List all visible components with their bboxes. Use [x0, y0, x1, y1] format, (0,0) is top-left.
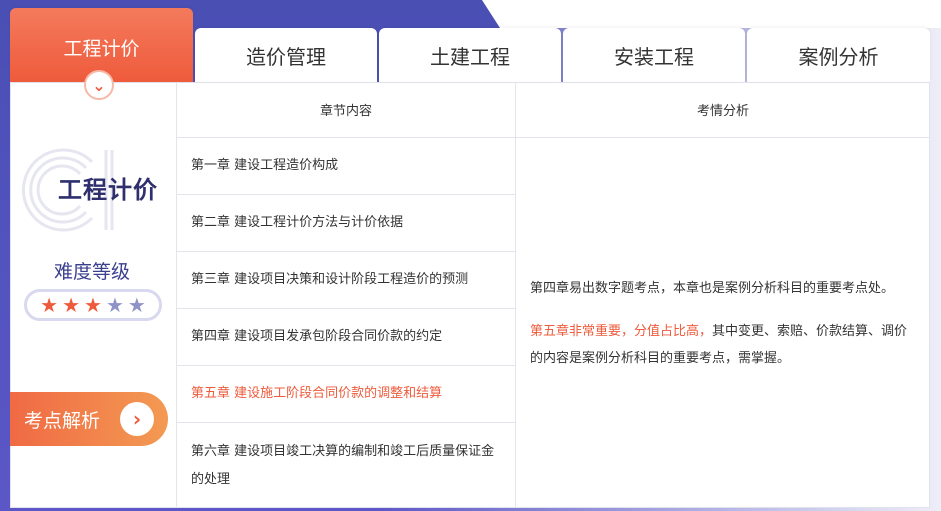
tab-zaojia-guanli[interactable]: 造价管理	[195, 28, 377, 82]
subject-title: 工程计价	[58, 176, 158, 204]
star-empty-icon: ★	[105, 293, 124, 317]
star-filled-icon: ★	[40, 293, 59, 317]
analysis-button[interactable]: 考点解析 ›	[10, 392, 168, 446]
table-row-highlighted: 第五章 建设施工阶段合同价款的调整和结算	[176, 366, 515, 423]
analysis-highlight: 第五章非常重要，分值占比高，	[530, 323, 713, 339]
star-filled-icon: ★	[62, 293, 81, 317]
difficulty-rating: ★ ★ ★ ★ ★	[24, 289, 162, 321]
chapter-table: 章节内容 考情分析 第一章 建设工程造价构成 第二章 建设工程计价方法与计价依据…	[176, 82, 930, 508]
chevron-right-icon: ›	[120, 402, 154, 436]
header-analysis: 考情分析	[515, 82, 930, 138]
analysis-paragraph-1: 第四章易出数字题考点，本章也是案例分析科目的重要考点处。	[530, 280, 895, 296]
table-row: 第六章 建设项目竣工决算的编制和竣工后质量保证金的处理	[176, 423, 515, 508]
header-chapter: 章节内容	[176, 82, 515, 138]
table-row: 第一章 建设工程造价构成	[176, 138, 515, 195]
star-filled-icon: ★	[84, 293, 102, 317]
analysis-paragraph-2: 第五章非常重要，分值占比高，其中变更、索赔、价款结算、调价的内容是案例分析科目的…	[530, 318, 916, 372]
analysis-cell: 第四章易出数字题考点，本章也是案例分析科目的重要考点处。 第五章非常重要，分值占…	[515, 138, 930, 508]
table-row: 第四章 建设项目发承包阶段合同价款的约定	[176, 309, 515, 366]
tab-tujian-gongcheng[interactable]: 土建工程	[379, 28, 561, 82]
chevron-down-icon: ⌄	[84, 70, 114, 100]
table-row: 第二章 建设工程计价方法与计价依据	[176, 195, 515, 252]
tab-anli-fenxi[interactable]: 案例分析	[747, 28, 930, 82]
star-empty-icon: ★	[127, 293, 146, 317]
table-row: 第三章 建设项目决策和设计阶段工程造价的预测	[176, 252, 515, 309]
analysis-button-label: 考点解析	[24, 409, 101, 432]
tab-anzhuang-gongcheng[interactable]: 安装工程	[563, 28, 745, 82]
difficulty-label: 难度等级	[54, 261, 131, 283]
